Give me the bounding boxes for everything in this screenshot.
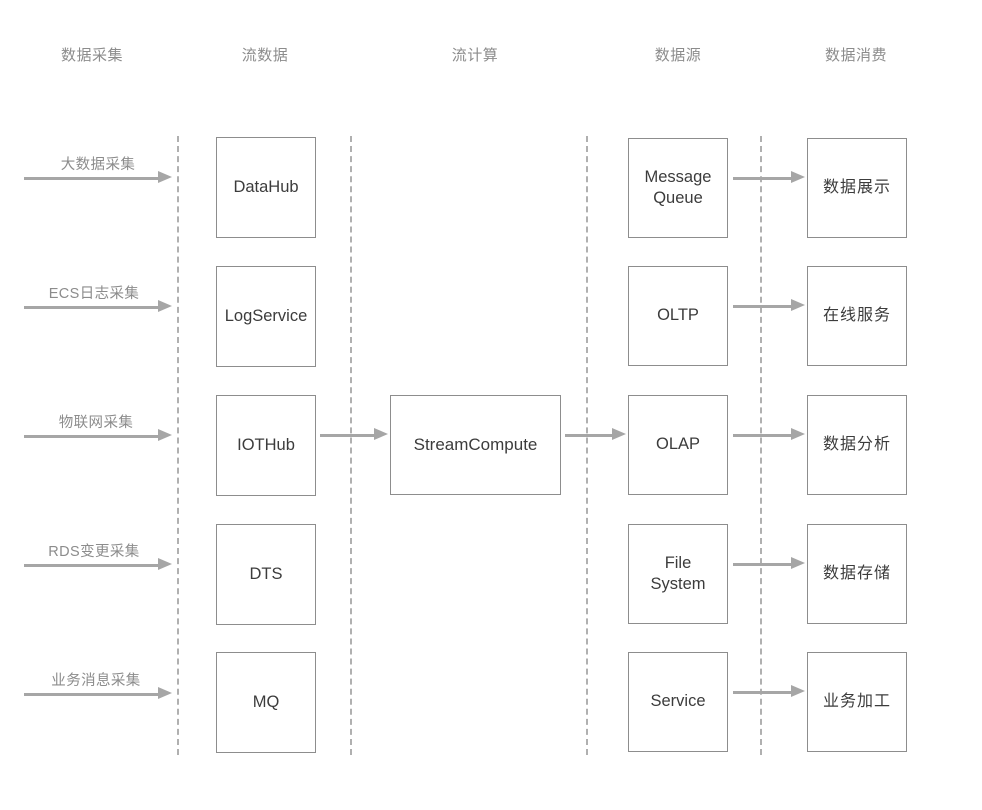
- divider-line-3: [586, 136, 588, 755]
- arrow-shaft: [24, 305, 159, 309]
- connection-arrow-iothub-to-streamcompute: [320, 425, 388, 445]
- node-box-file-system[interactable]: File System: [628, 524, 728, 624]
- node-box-data-storage[interactable]: 数据存储: [807, 524, 907, 624]
- connection-arrow-streamcompute-to-olap: [565, 425, 626, 445]
- arrow-shaft: [24, 692, 159, 696]
- node-label-datahub: DataHub: [233, 177, 299, 196]
- arrow-head-icon: [791, 299, 805, 311]
- node-label-streamcompute: StreamCompute: [413, 435, 538, 455]
- column-header-data-consume: 数据消费: [824, 47, 888, 64]
- column-header-data-source: 数据源: [654, 47, 702, 64]
- divider-line-2: [350, 136, 352, 755]
- node-label-service: Service: [650, 692, 706, 711]
- divider-line-1: [177, 136, 179, 755]
- node-box-logservice[interactable]: LogService: [216, 266, 316, 367]
- column-header-stream-data: 流数据: [241, 47, 289, 64]
- node-box-data-analysis[interactable]: 数据分析: [807, 395, 907, 495]
- connection-arrow-filesystem-to-datastorage: [733, 554, 805, 574]
- node-label-biz-process: 业务加工: [822, 692, 891, 710]
- node-box-mq[interactable]: MQ: [216, 652, 316, 753]
- node-box-service[interactable]: Service: [628, 652, 728, 752]
- node-label-data-storage: 数据存储: [822, 564, 891, 582]
- arrow-head-icon: [158, 171, 172, 183]
- arrow-shaft: [733, 690, 792, 694]
- arrow-head-icon: [374, 428, 388, 440]
- node-box-olap[interactable]: OLAP: [628, 395, 728, 495]
- arrow-head-icon: [158, 300, 172, 312]
- arrow-shaft: [733, 304, 792, 308]
- source-label-bigdata: 大数据采集: [60, 157, 136, 173]
- node-label-data-display: 数据展示: [822, 178, 891, 196]
- connection-arrow-messagequeue-to-datadisplay: [733, 168, 805, 188]
- node-box-streamcompute[interactable]: StreamCompute: [390, 395, 561, 495]
- connection-arrow-oltp-to-onlineservice: [733, 296, 805, 316]
- arrow-head-icon: [612, 428, 626, 440]
- node-label-message-queue: Message Queue: [644, 167, 712, 207]
- node-box-data-display[interactable]: 数据展示: [807, 138, 907, 238]
- node-label-file-system: File System: [650, 553, 706, 593]
- connection-arrow-service-to-bizprocess: [733, 682, 805, 702]
- source-label-biz-msg: 业务消息采集: [51, 673, 141, 689]
- column-header-stream-compute: 流计算: [451, 47, 499, 64]
- divider-line-4: [760, 136, 762, 755]
- source-label-iot: 物联网采集: [58, 415, 134, 431]
- arrow-head-icon: [791, 685, 805, 697]
- node-label-online-service: 在线服务: [822, 306, 891, 324]
- source-label-ecs-log: ECS日志采集: [48, 286, 140, 302]
- node-label-oltp: OLTP: [657, 306, 699, 325]
- node-label-dts: DTS: [249, 564, 283, 583]
- node-box-oltp[interactable]: OLTP: [628, 266, 728, 366]
- node-box-iothub[interactable]: IOTHub: [216, 395, 316, 496]
- source-label-rds: RDS变更采集: [48, 544, 140, 560]
- node-box-biz-process[interactable]: 业务加工: [807, 652, 907, 752]
- arrow-shaft: [320, 433, 375, 437]
- arrow-shaft: [733, 176, 792, 180]
- node-label-iothub: IOTHub: [237, 435, 295, 454]
- arrow-shaft: [733, 562, 792, 566]
- node-box-datahub[interactable]: DataHub: [216, 137, 316, 238]
- node-box-message-queue[interactable]: Message Queue: [628, 138, 728, 238]
- arrow-head-icon: [158, 558, 172, 570]
- node-label-mq: MQ: [252, 692, 280, 711]
- arrow-head-icon: [158, 429, 172, 441]
- connection-arrow-olap-to-dataanalysis: [733, 425, 805, 445]
- node-box-dts[interactable]: DTS: [216, 524, 316, 625]
- arrow-shaft: [24, 434, 159, 438]
- arrow-shaft: [24, 176, 159, 180]
- arrow-head-icon: [791, 171, 805, 183]
- arrow-shaft: [733, 433, 792, 437]
- node-label-logservice: LogService: [224, 306, 308, 325]
- architecture-diagram-canvas: 数据采集 流数据 流计算 数据源 数据消费 大数据采集 ECS日志采集 物联网采集 RDS变更…: [0, 0, 982, 810]
- arrow-head-icon: [791, 428, 805, 440]
- arrow-head-icon: [791, 557, 805, 569]
- node-box-online-service[interactable]: 在线服务: [807, 266, 907, 366]
- node-label-data-analysis: 数据分析: [822, 435, 891, 453]
- arrow-head-icon: [158, 687, 172, 699]
- column-header-data-collection: 数据采集: [60, 47, 124, 64]
- arrow-shaft: [24, 563, 159, 567]
- node-label-olap: OLAP: [655, 435, 701, 454]
- arrow-shaft: [565, 433, 613, 437]
